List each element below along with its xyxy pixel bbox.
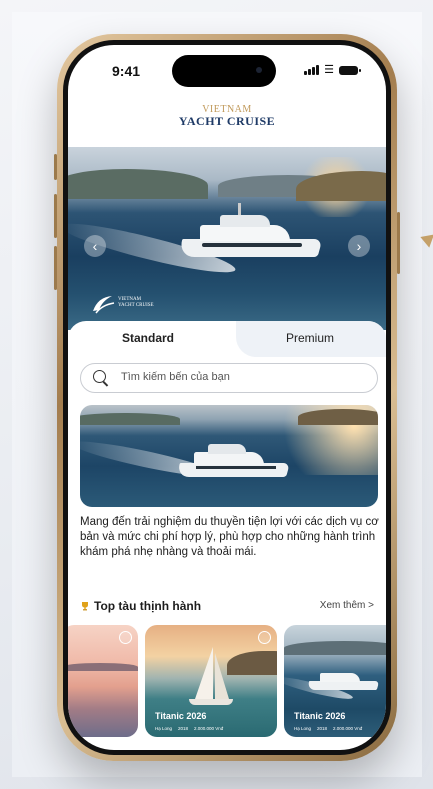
phone-bezel: 9:41 ☰ VIETNAM YACHT CRUISE ‹ › VIETNAM … [63,40,391,755]
wifi-icon: ☰ [324,64,334,76]
battery-icon [339,65,361,75]
yacht-meta: Hạ Long 2018 2.000.000 Vnđ [155,726,229,731]
package-image[interactable] [80,405,378,507]
camera-icon [256,67,262,73]
top-section-header: Top tàu thịnh hành Xem thêm > [68,591,386,621]
yacht-location: Hạ Long [294,726,312,731]
yacht-year: 2018 [317,726,328,731]
select-radio[interactable] [258,631,271,644]
brand-mark-icon [93,296,115,314]
yacht-meta: Hạ Long 2018 2.000.000 Vnđ [294,726,368,731]
tab-bar: Standard Premium [68,321,386,357]
tab-premium[interactable]: Premium [286,331,334,345]
yacht-card[interactable]: Titanic 2026 Hạ Long 2018 2.000.000 Vnđ [145,625,277,737]
yacht-card[interactable] [68,625,138,737]
see-more-link[interactable]: Xem thêm > [320,600,374,611]
top-cards-carousel[interactable]: Titanic 2026 Hạ Long 2018 2.000.000 Vnđ Ti… [68,625,386,745]
hero-logo-line2: YACHT CRUISE [118,303,154,308]
search-input[interactable]: Tìm kiếm bến của bạn [80,363,378,393]
carousel-prev-button[interactable]: ‹ [84,235,106,257]
volume-down-button [54,246,57,290]
volume-up-button [54,194,57,238]
hero-hill [68,169,208,199]
yacht-year: 2018 [178,726,189,731]
yacht-name: Titanic 2026 [155,711,207,721]
hero-carousel[interactable]: ‹ › VIETNAM YACHT CRUISE [68,147,386,330]
status-time: 9:41 [112,63,141,79]
status-icons: ☰ [304,64,361,76]
yacht-name: Titanic 2026 [294,711,346,721]
yacht-price: 2.000.000 Vnđ [333,726,363,731]
carousel-next-button[interactable]: › [348,235,370,257]
section-title: Top tàu thịnh hành [80,599,201,613]
yacht-price: 2.000.000 Vnđ [194,726,224,731]
section-title-text: Top tàu thịnh hành [94,599,202,613]
search-placeholder: Tìm kiếm bến của bạn [121,371,230,383]
status-bar: 9:41 ☰ [68,45,386,93]
phone-frame: 9:41 ☰ VIETNAM YACHT CRUISE ‹ › VIETNAM … [54,34,400,761]
content-panel: Standard Premium Tìm kiếm bến của bạn Ma… [68,321,386,581]
app-screen: 9:41 ☰ VIETNAM YACHT CRUISE ‹ › VIETNAM … [68,45,386,750]
tab-standard[interactable]: Standard [122,331,174,345]
select-radio[interactable] [119,631,132,644]
hero-yacht-image [177,203,323,269]
dynamic-island [172,55,276,87]
search-icon [93,370,106,383]
power-button [397,212,400,274]
app-logo[interactable]: VIETNAM YACHT CRUISE [68,105,386,128]
signal-icon [304,65,320,75]
yacht-location: Hạ Long [155,726,173,731]
action-button [54,154,57,180]
hero-logo-text: VIETNAM YACHT CRUISE [118,297,154,309]
trophy-icon [82,602,88,611]
package-description: Mang đến trải nghiệm du thuyền tiện lợi … [80,516,379,558]
yacht-card[interactable]: Titanic 2026 Hạ Long 2018 2.000.000 Vnđ [284,625,386,737]
logo-line2: YACHT CRUISE [178,114,276,128]
